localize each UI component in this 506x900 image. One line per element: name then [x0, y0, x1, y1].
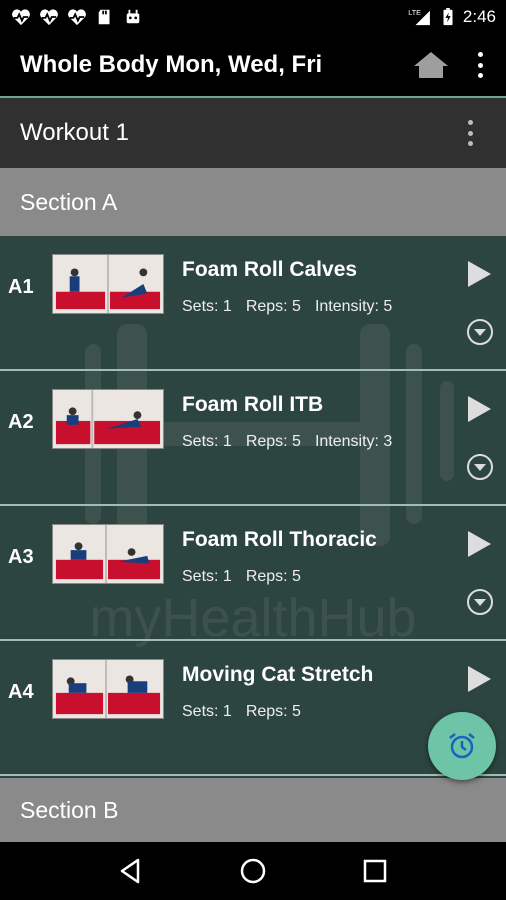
exercise-thumbnail — [52, 254, 164, 314]
intensity-label: Intensity: 5 — [314, 298, 393, 315]
workout-menu-icon[interactable] — [464, 120, 476, 146]
back-icon[interactable] — [116, 856, 146, 886]
play-icon[interactable] — [466, 665, 492, 693]
app-title: Whole Body Mon, Wed, Fri — [20, 51, 323, 78]
battery-icon — [441, 8, 455, 26]
reps-label: Reps: 5 — [245, 433, 301, 450]
play-icon[interactable] — [466, 260, 492, 288]
home-icon[interactable] — [412, 50, 450, 80]
exercise-name: Foam Roll Thoracic — [182, 528, 377, 551]
status-bar: LTE 2:46 — [0, 0, 506, 34]
exercise-thumbnail — [52, 524, 164, 584]
exercise-stats: Sets: 1 Reps: 5 — [182, 703, 301, 721]
exercise-stats: Sets: 1 Reps: 5 — [182, 568, 301, 586]
recents-icon[interactable] — [360, 856, 390, 886]
exercise-name: Foam Roll ITB — [182, 393, 324, 416]
exercise-code: A1 — [8, 276, 34, 298]
section-title: Section A — [20, 188, 118, 215]
home-nav-icon[interactable] — [238, 856, 268, 886]
reps-label: Reps: 5 — [245, 568, 301, 585]
system-nav-bar — [0, 842, 506, 900]
app-bar: Whole Body Mon, Wed, Fri — [0, 34, 506, 96]
exercise-code: A3 — [8, 546, 34, 568]
expand-icon[interactable] — [466, 318, 494, 346]
play-icon[interactable] — [466, 530, 492, 558]
heart-pulse-icon — [66, 8, 88, 26]
android-icon — [122, 8, 144, 26]
exercise-code: A2 — [8, 411, 34, 433]
intensity-label: Intensity: 3 — [314, 433, 393, 450]
exercise-stats: Sets: 1 Reps: 5 Intensity: 5 — [182, 298, 392, 316]
exercise-name: Foam Roll Calves — [182, 258, 358, 281]
exercise-stats: Sets: 1 Reps: 5 Intensity: 3 — [182, 433, 392, 451]
svg-text:LTE: LTE — [408, 8, 421, 17]
section-header-a[interactable]: Section A — [0, 168, 506, 236]
overflow-menu-icon[interactable] — [474, 52, 486, 78]
signal-icon: LTE — [407, 8, 433, 26]
clock: 2:46 — [462, 7, 496, 26]
exercise-thumbnail — [52, 659, 164, 719]
reps-label: Reps: 5 — [245, 298, 301, 315]
alarm-clock-icon — [449, 733, 475, 759]
exercise-thumbnail — [52, 389, 164, 449]
sets-label: Sets: 1 — [182, 703, 232, 720]
play-icon[interactable] — [466, 395, 492, 423]
sd-card-icon — [94, 8, 116, 26]
expand-icon[interactable] — [466, 588, 494, 616]
sets-label: Sets: 1 — [182, 298, 232, 315]
exercise-list[interactable]: myHealthHub A1 Foam Roll Calves Sets: 1 … — [0, 236, 506, 778]
list-item[interactable]: A3 Foam Roll Thoracic Sets: 1 Reps: 5 — [0, 506, 506, 641]
exercise-name: Moving Cat Stretch — [182, 663, 374, 686]
heart-pulse-icon — [10, 8, 32, 26]
list-item[interactable]: A2 Foam Roll ITB Sets: 1 Reps: 5 Intensi… — [0, 371, 506, 506]
list-item[interactable]: A1 Foam Roll Calves Sets: 1 Reps: 5 Inte… — [0, 236, 506, 371]
sets-label: Sets: 1 — [182, 568, 232, 585]
heart-pulse-icon — [38, 8, 60, 26]
exercise-code: A4 — [8, 681, 34, 703]
workout-title: Workout 1 — [20, 119, 129, 146]
reps-label: Reps: 5 — [245, 703, 301, 720]
workout-header[interactable]: Workout 1 — [0, 98, 506, 168]
section-title: Section B — [20, 796, 119, 823]
expand-icon[interactable] — [466, 453, 494, 481]
timer-fab-button[interactable] — [428, 712, 496, 780]
section-header-b[interactable]: Section B — [0, 778, 506, 842]
sets-label: Sets: 1 — [182, 433, 232, 450]
